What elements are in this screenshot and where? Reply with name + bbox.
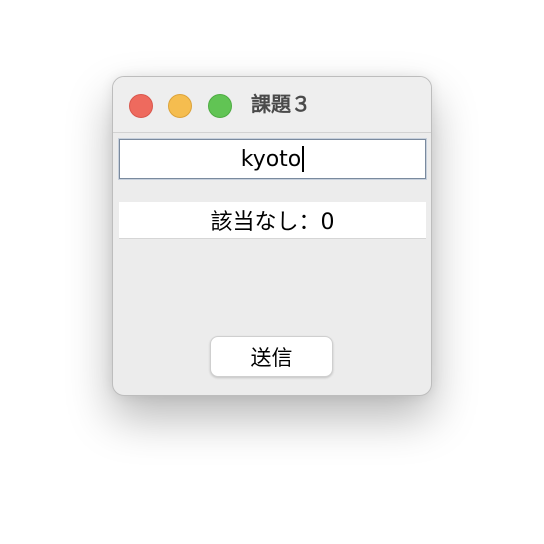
app-window: 課題３ kyoto 該当なし：0 送信 xyxy=(112,76,432,396)
result-label: 該当なし：0 xyxy=(119,202,426,239)
text-caret xyxy=(302,146,305,172)
title-bar[interactable]: 課題３ xyxy=(113,77,431,133)
window-title: 課題３ xyxy=(251,92,311,116)
minimize-window-button[interactable] xyxy=(168,94,192,118)
city-text-input[interactable]: kyoto xyxy=(118,138,427,180)
send-button[interactable]: 送信 xyxy=(210,336,333,377)
city-input-value: kyoto xyxy=(240,146,302,172)
close-window-button[interactable] xyxy=(129,94,153,118)
zoom-window-button[interactable] xyxy=(208,94,232,118)
